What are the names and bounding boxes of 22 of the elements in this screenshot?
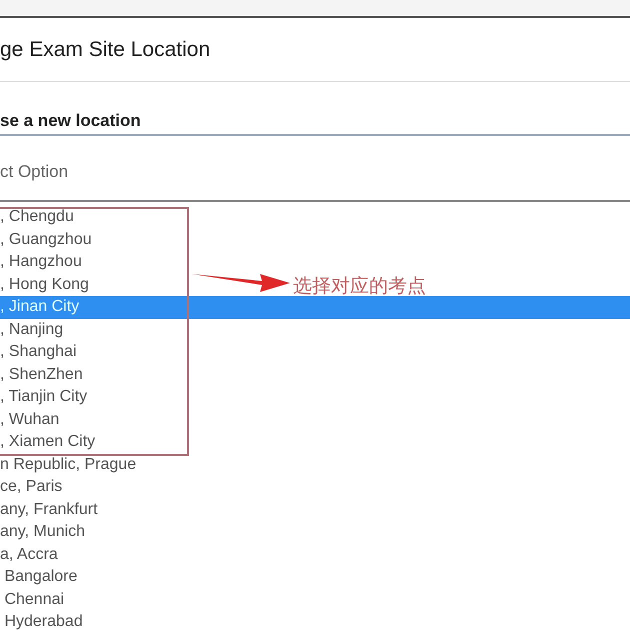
location-option[interactable]: , Xiamen City (0, 431, 96, 454)
location-option[interactable]: a, Accra (0, 544, 58, 566)
location-option[interactable]: , Shanghai (0, 341, 77, 364)
location-option[interactable]: any, Munich (0, 521, 86, 544)
location-option[interactable]: Chennai (0, 588, 64, 611)
location-option[interactable]: , Nanjing (0, 318, 64, 341)
location-option[interactable]: , Chengdu (0, 206, 74, 228)
location-option[interactable]: , Hangzhou (0, 251, 82, 274)
annotation-text: 选择对应的考点 (293, 275, 426, 299)
location-option[interactable]: n Republic, Prague (0, 454, 136, 476)
location-option[interactable]: , Guangzhou (0, 228, 92, 251)
location-option[interactable]: , Wuhan (0, 408, 60, 431)
dialog-title: ge Exam Site Location (0, 36, 210, 63)
section-label: se a new location (0, 110, 141, 132)
location-select[interactable]: ct Option (0, 136, 630, 202)
location-option[interactable]: any, Frankfurt (0, 498, 98, 521)
location-option[interactable]: , ShenZhen (0, 364, 83, 386)
location-option[interactable]: Hyderabad (0, 611, 83, 630)
location-option[interactable]: , Hong Kong (0, 274, 89, 296)
location-option[interactable]: Bangalore (0, 566, 78, 588)
location-option[interactable]: ce, Paris (0, 476, 62, 498)
location-option[interactable]: , Tianjin City (0, 386, 88, 408)
